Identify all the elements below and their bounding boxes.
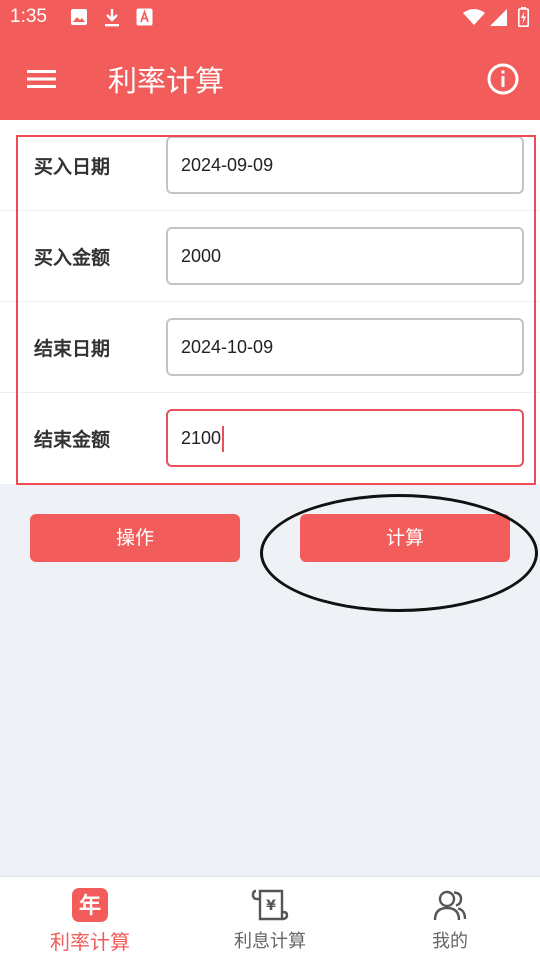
nav-item-mine[interactable]: 我的 <box>360 877 540 960</box>
bottom-nav: 年 利率计算 ¥ 利息计算 我的 <box>0 876 540 960</box>
buy-date-label: 买入日期 <box>34 156 111 178</box>
nav-icon-text-year: 年 <box>79 893 101 919</box>
buy-amount-label: 买入金额 <box>34 247 111 269</box>
form-row-end-amount: 结束金额 2100 <box>0 393 540 484</box>
info-icon[interactable] <box>486 62 520 96</box>
end-amount-label: 结束金额 <box>34 429 111 451</box>
nav-icon-text-yuan: ¥ <box>266 898 276 914</box>
status-time: 1:35 <box>10 6 47 27</box>
signal-icon <box>490 9 507 26</box>
buy-date-input[interactable]: 2024-09-09 <box>166 136 524 194</box>
wifi-icon <box>463 9 485 25</box>
status-bar: 1:35 <box>0 0 540 36</box>
end-amount-input[interactable]: 2100 <box>166 409 524 467</box>
end-date-input[interactable]: 2024-10-09 <box>166 318 524 376</box>
image-icon <box>71 9 87 25</box>
app-bar: 利率计算 <box>0 36 540 120</box>
nav-label-interest-calc: 利息计算 <box>234 931 306 952</box>
buy-amount-value: 2000 <box>181 246 222 266</box>
nav-label-rate-calc: 利率计算 <box>50 930 130 954</box>
form-row-buy-amount: 买入金额 2000 <box>0 211 540 302</box>
buy-date-value: 2024-09-09 <box>181 155 274 175</box>
download-icon <box>105 9 119 27</box>
end-amount-value: 2100 <box>181 428 222 448</box>
page-title: 利率计算 <box>108 64 225 98</box>
end-date-value: 2024-10-09 <box>181 337 274 357</box>
font-icon <box>136 8 153 26</box>
scroll-yuan-icon: ¥ <box>251 889 289 921</box>
text-caret <box>222 426 225 453</box>
end-date-label: 结束日期 <box>34 338 111 360</box>
buy-amount-input[interactable]: 2000 <box>166 227 524 285</box>
menu-icon[interactable] <box>22 64 62 94</box>
form-row-end-date: 结束日期 2024-10-09 <box>0 302 540 393</box>
form-row-buy-date: 买入日期 2024-09-09 <box>0 120 540 211</box>
nav-label-mine: 我的 <box>432 931 468 952</box>
nav-item-rate-calc[interactable]: 年 利率计算 <box>0 877 180 960</box>
users-icon <box>433 890 467 921</box>
calculate-button[interactable]: 计算 <box>300 514 510 562</box>
year-calendar-icon: 年 <box>72 888 108 922</box>
interest-form: 买入日期 2024-09-09 买入金额 2000 结束日期 2024-10-0… <box>0 120 540 484</box>
top-bar: 1:35 利率计算 <box>0 0 540 120</box>
battery-icon <box>518 7 529 27</box>
operate-button[interactable]: 操作 <box>30 514 240 562</box>
nav-item-interest-calc[interactable]: ¥ 利息计算 <box>180 877 360 960</box>
